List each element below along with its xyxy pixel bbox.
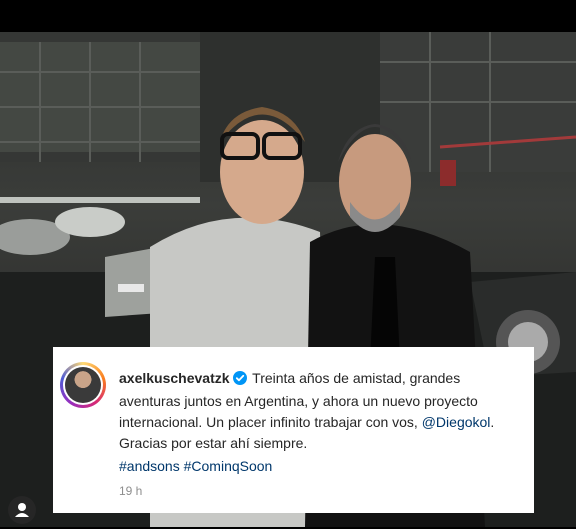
avatar-image	[65, 367, 101, 403]
person-glyph	[15, 503, 29, 517]
username-link[interactable]: axelkuschevatzk	[119, 370, 230, 386]
top-bar	[0, 0, 576, 32]
verified-badge-icon	[232, 370, 247, 391]
hashtag-link-comingsoon[interactable]: #CominqSoon	[184, 458, 273, 474]
caption-card: axelkuschevatzk Treinta años de amistad,…	[53, 347, 534, 513]
avatar[interactable]	[60, 362, 106, 408]
hashtags: #andsons #CominqSoon	[119, 456, 272, 477]
mention-link[interactable]: @Diegokol	[422, 414, 491, 430]
post-timestamp[interactable]: 19 h	[119, 484, 142, 498]
user-tag-icon[interactable]	[8, 496, 36, 524]
hashtag-link-andsons[interactable]: #andsons	[119, 458, 180, 474]
caption-text: axelkuschevatzk Treinta años de amistad,…	[119, 368, 519, 454]
